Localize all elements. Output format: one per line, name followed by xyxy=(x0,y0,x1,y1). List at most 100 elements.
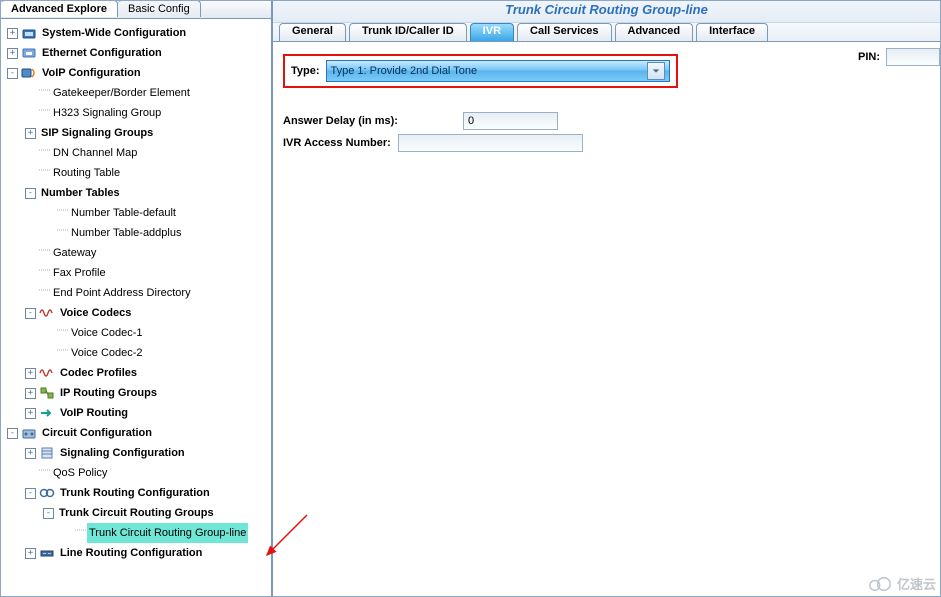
tree-node[interactable]: Number Table-default xyxy=(3,203,269,223)
right-tab-ivr[interactable]: IVR xyxy=(470,23,514,41)
wave-icon xyxy=(39,365,55,381)
expand-icon[interactable]: + xyxy=(25,448,36,459)
ivr-content: Type: Type 1: Provide 2nd Dial Tone PIN:… xyxy=(273,42,940,596)
tree-label[interactable]: Codec Profiles xyxy=(58,363,139,383)
collapse-icon[interactable]: - xyxy=(25,308,36,319)
collapse-icon[interactable]: - xyxy=(7,68,18,79)
tree-label[interactable]: Trunk Routing Configuration xyxy=(58,483,212,503)
expand-icon[interactable]: + xyxy=(25,388,36,399)
tree-label[interactable]: Circuit Configuration xyxy=(40,423,154,443)
tree-spacer xyxy=(43,208,54,219)
tree-label[interactable]: SIP Signaling Groups xyxy=(39,123,155,143)
answer-delay-label: Answer Delay (in ms): xyxy=(283,115,463,127)
tree-node[interactable]: - Circuit Configuration xyxy=(3,423,269,443)
trunk-icon xyxy=(39,485,55,501)
tree-label[interactable]: Number Tables xyxy=(39,183,122,203)
tree-connector xyxy=(39,460,51,487)
tree-label[interactable]: End Point Address Directory xyxy=(51,283,193,303)
tree-node[interactable]: + Ethernet Configuration xyxy=(3,43,269,63)
tree-spacer xyxy=(61,528,72,539)
line-icon xyxy=(39,545,55,561)
tree-label[interactable]: VoIP Configuration xyxy=(40,63,143,83)
tree-node[interactable]: QoS Policy xyxy=(3,463,269,483)
nav-tree: + System-Wide Configuration + Ethernet Conf… xyxy=(1,19,271,596)
tree-spacer xyxy=(43,348,54,359)
expand-icon[interactable]: + xyxy=(25,128,36,139)
right-tab-general[interactable]: General xyxy=(279,23,346,41)
pin-input[interactable] xyxy=(886,48,940,66)
expand-icon[interactable]: + xyxy=(25,408,36,419)
chevron-down-icon[interactable] xyxy=(647,62,665,80)
tree-label[interactable]: Voice Codec-2 xyxy=(69,343,145,363)
page-title: Trunk Circuit Routing Group-line xyxy=(273,1,940,23)
wave-icon xyxy=(39,305,55,321)
tree-label[interactable]: Gateway xyxy=(51,243,98,263)
tree-node[interactable]: -Number Tables xyxy=(3,183,269,203)
tree-label[interactable]: Gatekeeper/Border Element xyxy=(51,83,192,103)
tree-spacer xyxy=(25,148,36,159)
tree-label[interactable]: Ethernet Configuration xyxy=(40,43,164,63)
tree-spacer xyxy=(25,468,36,479)
tree-label[interactable]: Signaling Configuration xyxy=(58,443,187,463)
tree-node[interactable]: Voice Codec-1 xyxy=(3,323,269,343)
type-select[interactable]: Type 1: Provide 2nd Dial Tone xyxy=(326,60,670,82)
expand-icon[interactable]: + xyxy=(25,548,36,559)
circuit-icon xyxy=(21,425,37,441)
tree-spacer xyxy=(43,228,54,239)
tree-node[interactable]: H323 Signaling Group xyxy=(3,103,269,123)
tree-node[interactable]: + VoIP Routing xyxy=(3,403,269,423)
expand-icon[interactable]: + xyxy=(7,28,18,39)
tree-label[interactable]: VoIP Routing xyxy=(58,403,130,423)
tree-node[interactable]: + IP Routing Groups xyxy=(3,383,269,403)
right-tab-interface[interactable]: Interface xyxy=(696,23,768,41)
tree-node[interactable]: -Trunk Circuit Routing Groups xyxy=(3,503,269,523)
tree-label[interactable]: Fax Profile xyxy=(51,263,108,283)
tree-label[interactable]: System-Wide Configuration xyxy=(40,23,188,43)
tree-node[interactable]: Voice Codec-2 xyxy=(3,343,269,363)
right-tab-call-services[interactable]: Call Services xyxy=(517,23,612,41)
tree-label[interactable]: Trunk Circuit Routing Group-line xyxy=(87,523,248,543)
collapse-icon[interactable]: - xyxy=(7,428,18,439)
collapse-icon[interactable]: - xyxy=(25,488,36,499)
tree-label[interactable]: Voice Codec-1 xyxy=(69,323,145,343)
tree-label[interactable]: Routing Table xyxy=(51,163,122,183)
tree-label[interactable]: QoS Policy xyxy=(51,463,109,483)
tree-node[interactable]: + Codec Profiles xyxy=(3,363,269,383)
tree-label[interactable]: Number Table-addplus xyxy=(69,223,183,243)
tree-label[interactable]: H323 Signaling Group xyxy=(51,103,163,123)
tree-label[interactable]: DN Channel Map xyxy=(51,143,139,163)
right-tabs: GeneralTrunk ID/Caller IDIVRCall Service… xyxy=(273,23,940,42)
left-tabs: Advanced ExploreBasic Config xyxy=(1,1,271,19)
syswide-icon xyxy=(21,25,37,41)
left-panel: Advanced ExploreBasic Config + System-Wid… xyxy=(1,1,273,596)
pin-field-group: PIN: xyxy=(858,48,940,66)
right-tab-advanced[interactable]: Advanced xyxy=(615,23,694,41)
collapse-icon[interactable]: - xyxy=(25,188,36,199)
tree-node[interactable]: + Line Routing Configuration xyxy=(3,543,269,563)
pin-label: PIN: xyxy=(858,51,880,63)
tree-node[interactable]: + System-Wide Configuration xyxy=(3,23,269,43)
vroute-icon xyxy=(39,405,55,421)
left-tab-0[interactable]: Advanced Explore xyxy=(1,0,118,17)
expand-icon[interactable]: + xyxy=(25,368,36,379)
tree-node[interactable]: - Voice Codecs xyxy=(3,303,269,323)
left-tab-1[interactable]: Basic Config xyxy=(118,0,201,17)
type-select-value: Type 1: Provide 2nd Dial Tone xyxy=(331,65,478,77)
right-tab-trunk-id-caller-id[interactable]: Trunk ID/Caller ID xyxy=(349,23,467,41)
tree-label[interactable]: Number Table-default xyxy=(69,203,178,223)
tree-node[interactable]: End Point Address Directory xyxy=(3,283,269,303)
right-panel: Trunk Circuit Routing Group-line General… xyxy=(273,1,940,596)
tree-node[interactable]: - Trunk Routing Configuration xyxy=(3,483,269,503)
answer-delay-input[interactable] xyxy=(463,112,558,130)
iprg-icon xyxy=(39,385,55,401)
tree-label[interactable]: Voice Codecs xyxy=(58,303,133,323)
tree-label[interactable]: IP Routing Groups xyxy=(58,383,159,403)
voip-icon xyxy=(21,65,37,81)
tree-node[interactable]: Routing Table xyxy=(3,163,269,183)
tree-label[interactable]: Line Routing Configuration xyxy=(58,543,204,563)
collapse-icon[interactable]: - xyxy=(43,508,54,519)
expand-icon[interactable]: + xyxy=(7,48,18,59)
ivr-access-input[interactable] xyxy=(398,134,583,152)
type-field-group: Type: Type 1: Provide 2nd Dial Tone xyxy=(283,54,678,88)
tree-node[interactable]: Trunk Circuit Routing Group-line xyxy=(3,523,269,543)
